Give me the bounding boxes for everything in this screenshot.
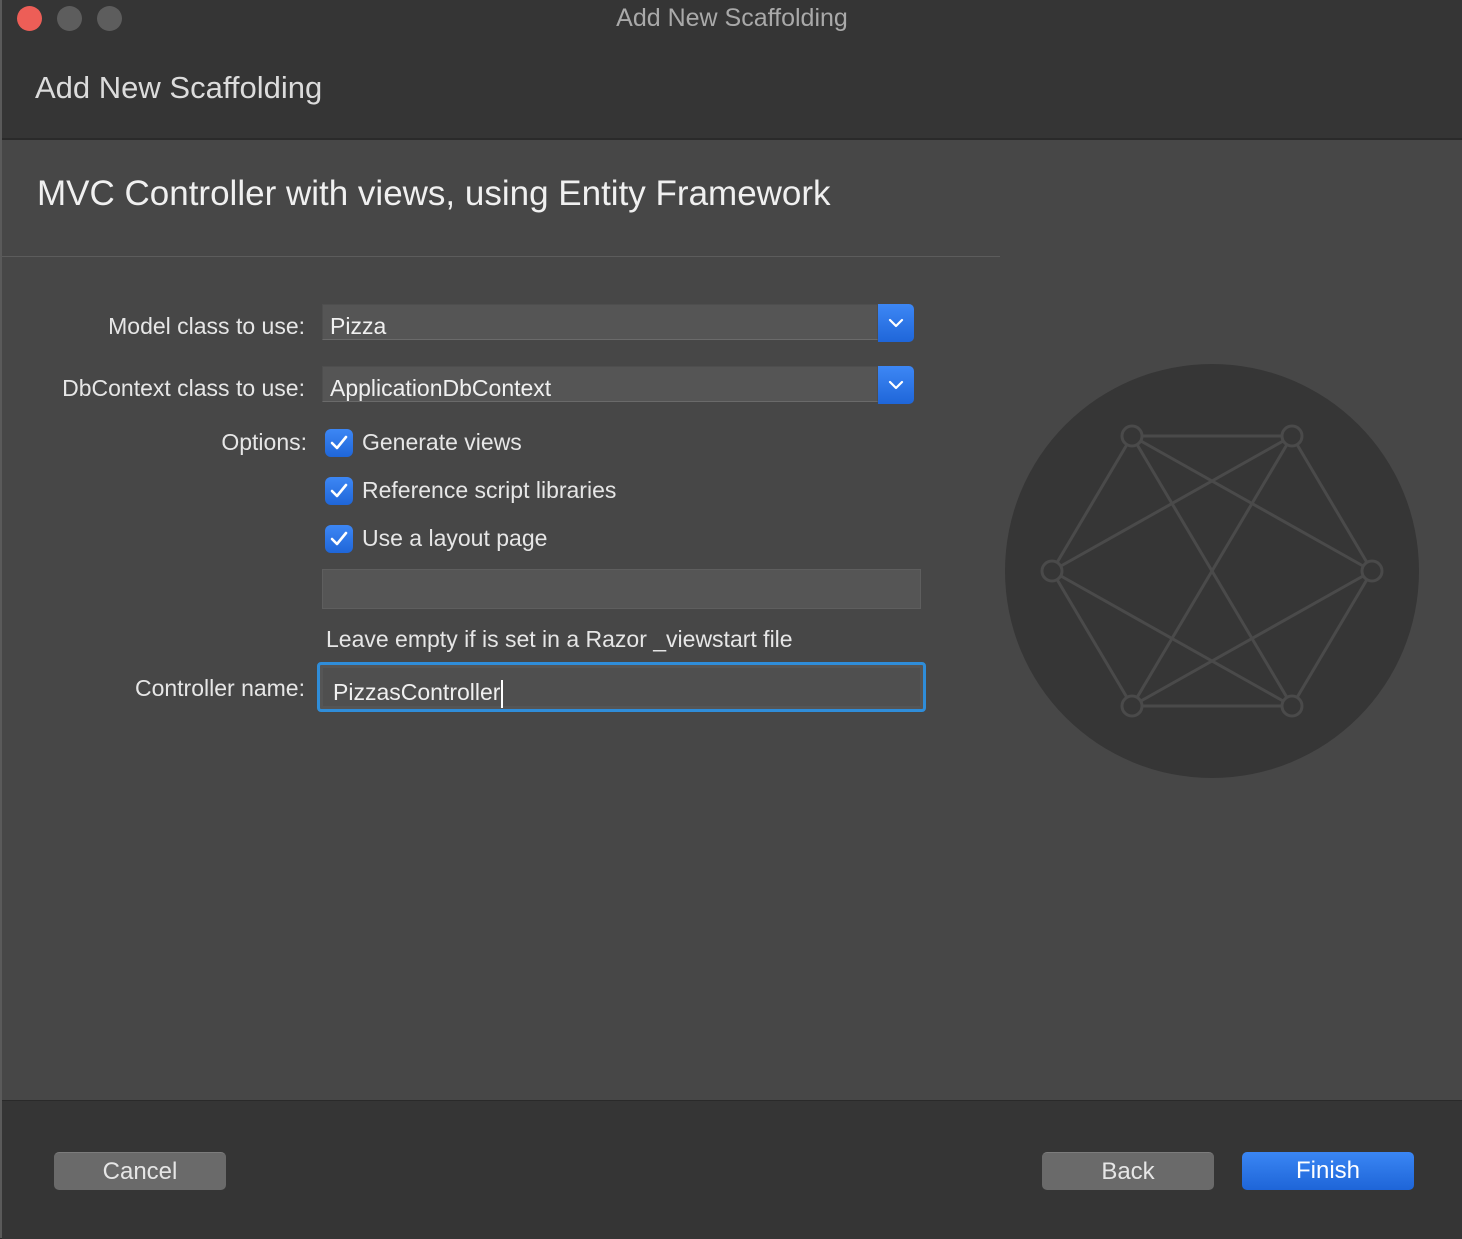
section-title: MVC Controller with views, using Entity …	[37, 174, 831, 213]
model-class-combobox[interactable]: Pizza	[322, 304, 914, 342]
cancel-button[interactable]: Cancel	[54, 1152, 226, 1190]
header-title: Add New Scaffolding	[35, 70, 323, 105]
reference-script-libraries-label: Reference script libraries	[362, 477, 617, 503]
generate-views-checkbox[interactable]	[325, 429, 353, 457]
checkmark-icon	[330, 531, 348, 546]
dbcontext-class-label: DbContext class to use:	[62, 375, 305, 401]
dbcontext-class-field[interactable]: ApplicationDbContext	[322, 366, 878, 402]
use-layout-page-label: Use a layout page	[362, 525, 548, 551]
controller-name-input[interactable]: PizzasController	[317, 662, 926, 712]
back-button[interactable]: Back	[1042, 1152, 1214, 1190]
generate-views-label: Generate views	[362, 429, 522, 455]
controller-name-label: Controller name:	[134, 675, 305, 701]
dbcontext-class-dropdown-button[interactable]	[878, 366, 914, 404]
title-bar: Add New Scaffolding	[2, 0, 1462, 40]
finish-button[interactable]: Finish	[1242, 1152, 1414, 1190]
dbcontext-class-combobox[interactable]: ApplicationDbContext	[322, 366, 914, 404]
window-title: Add New Scaffolding	[616, 4, 848, 32]
controller-name-value: PizzasController	[333, 679, 504, 708]
model-class-value: Pizza	[330, 313, 387, 339]
dbcontext-class-value: ApplicationDbContext	[330, 375, 552, 401]
chevron-down-icon	[888, 318, 904, 328]
checkmark-icon	[330, 483, 348, 498]
model-class-label: Model class to use:	[108, 313, 305, 339]
dialog-footer: Cancel Back Finish	[2, 1100, 1462, 1239]
checkmark-icon	[330, 435, 348, 450]
reference-script-libraries-checkbox[interactable]	[325, 477, 353, 505]
model-class-field[interactable]: Pizza	[322, 304, 878, 340]
scaffolding-graph-icon	[1005, 364, 1419, 778]
dialog-header: Add New Scaffolding	[2, 40, 1462, 140]
model-class-dropdown-button[interactable]	[878, 304, 914, 342]
layout-page-input[interactable]	[322, 569, 921, 609]
controller-name-field[interactable]: PizzasController	[323, 668, 920, 708]
chevron-down-icon	[888, 380, 904, 390]
options-label: Options:	[221, 429, 307, 455]
layout-page-hint: Leave empty if is set in a Razor _viewst…	[326, 626, 793, 652]
use-layout-page-checkbox[interactable]	[325, 525, 353, 553]
scaffolding-dialog: Add New Scaffolding Add New Scaffolding …	[0, 0, 1462, 1239]
section-divider	[2, 256, 1000, 257]
controller-name-text: PizzasController	[333, 679, 501, 705]
text-caret	[501, 679, 504, 708]
